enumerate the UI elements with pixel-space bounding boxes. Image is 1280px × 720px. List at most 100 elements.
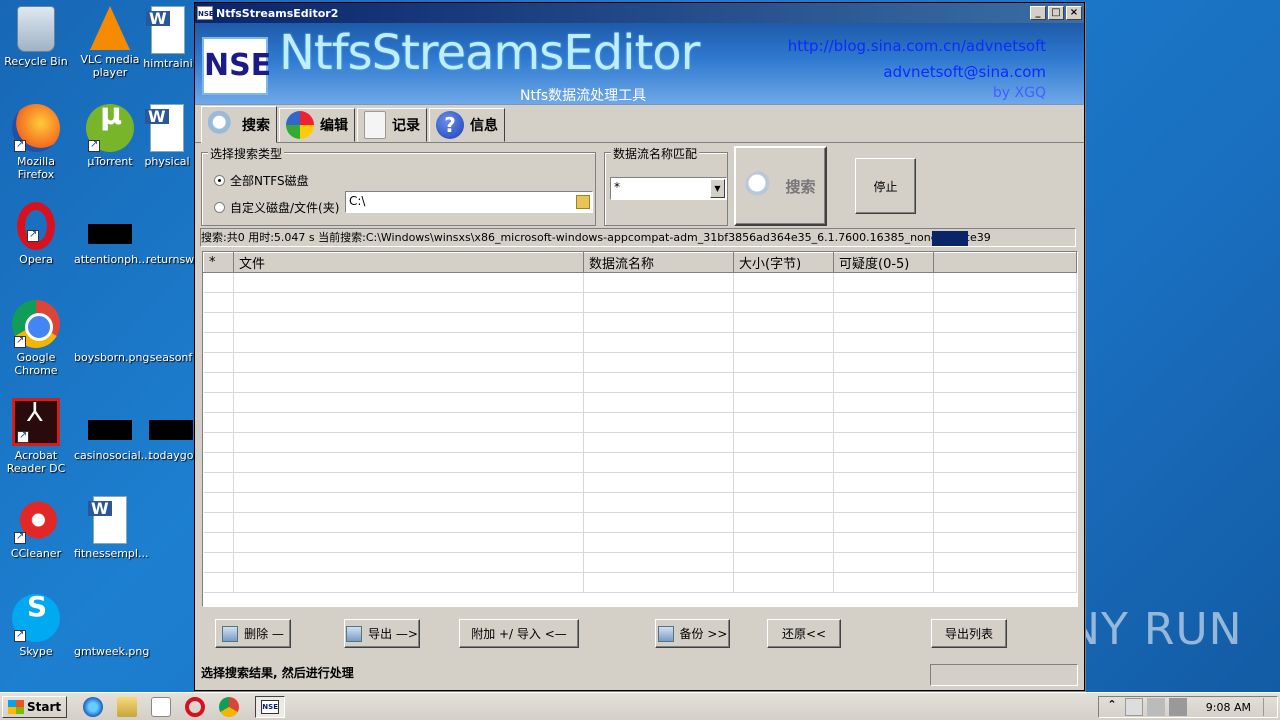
stream-name-match-combo[interactable]: * ▼ bbox=[610, 177, 727, 200]
radio-custom-path[interactable]: 自定义磁盘/文件(夹) bbox=[214, 199, 339, 216]
desktop-icon-vlc[interactable]: VLC media player bbox=[74, 6, 146, 79]
restore-button[interactable]: 还原<< bbox=[767, 619, 841, 648]
desktop-icon-recycle-bin[interactable]: Recycle Bin bbox=[0, 6, 72, 68]
desktop-icon-seasonf[interactable]: seasonf bbox=[146, 300, 196, 364]
table-row[interactable] bbox=[203, 412, 1077, 433]
status-panel bbox=[930, 664, 1078, 686]
table-row[interactable] bbox=[203, 272, 1077, 293]
export-list-button[interactable]: 导出列表 bbox=[931, 619, 1007, 648]
chrome-icon[interactable] bbox=[219, 696, 240, 717]
desktop-icon-fitnessempl[interactable]: fitnessempl... bbox=[74, 496, 148, 560]
table-row[interactable] bbox=[203, 472, 1077, 493]
show-desktop-button[interactable] bbox=[1263, 698, 1275, 716]
column-header-suspicion[interactable]: 可疑度(0-5) bbox=[833, 252, 934, 273]
table-cell bbox=[583, 312, 734, 333]
table-row[interactable] bbox=[203, 332, 1077, 353]
table-cell bbox=[233, 392, 584, 413]
show-hidden-icons-icon[interactable]: ⌃ bbox=[1103, 698, 1121, 716]
log-icon bbox=[364, 111, 386, 139]
opera-icon[interactable] bbox=[185, 696, 206, 717]
tab-search[interactable]: 搜索 bbox=[201, 106, 277, 143]
network-icon[interactable] bbox=[1147, 698, 1165, 716]
tab-edit[interactable]: 编辑 bbox=[279, 108, 355, 142]
attach-import-button[interactable]: 附加 +/ 导入 <— bbox=[459, 619, 579, 648]
desktop-icon-boysborn[interactable]: boysborn.png bbox=[74, 300, 149, 364]
desktop-icon-acrobat[interactable]: Acrobat Reader DC bbox=[0, 398, 72, 475]
desktop-icon-himtraini[interactable]: himtraini bbox=[138, 6, 198, 70]
table-row[interactable] bbox=[203, 452, 1077, 473]
table-row[interactable] bbox=[203, 372, 1077, 393]
desktop-icon-returnsw[interactable]: returnsw bbox=[144, 202, 196, 266]
title-bar[interactable]: NSE NtfsStreamsEditor2 _ □ × bbox=[195, 3, 1084, 23]
internet-explorer-icon[interactable] bbox=[83, 696, 104, 717]
brand-title: NtfsStreamsEditor bbox=[279, 25, 700, 81]
action-center-icon[interactable] bbox=[1125, 698, 1143, 716]
table-cell bbox=[203, 272, 234, 293]
maximize-button[interactable]: □ bbox=[1048, 6, 1064, 20]
start-button[interactable]: Start bbox=[2, 695, 68, 718]
column-header-stream-name[interactable]: 数据流名称 bbox=[583, 252, 734, 273]
column-header-file[interactable]: 文件 bbox=[233, 252, 584, 273]
radio-button[interactable] bbox=[214, 202, 225, 213]
table-cell bbox=[203, 392, 234, 413]
export-button[interactable]: 导出 —> bbox=[344, 619, 420, 648]
table-cell bbox=[733, 352, 834, 373]
delete-button[interactable]: 删除 — bbox=[215, 619, 291, 648]
minimize-button[interactable]: _ bbox=[1030, 6, 1046, 20]
column-header-size[interactable]: 大小(字节) bbox=[733, 252, 834, 273]
desktop-icon-gmtweek[interactable]: gmtweek.png bbox=[74, 594, 149, 658]
radio-all-ntfs[interactable]: 全部NTFS磁盘 bbox=[214, 172, 309, 189]
table-cell bbox=[203, 492, 234, 513]
stop-button[interactable]: 停止 bbox=[855, 158, 916, 214]
main-tabs: 搜索 编辑 记录 ? 信息 bbox=[195, 105, 1084, 143]
desktop-icon-attentionph[interactable]: attentionph... bbox=[74, 202, 149, 266]
clock[interactable]: 9:08 AM bbox=[1206, 701, 1251, 714]
desktop-icon-todaygo[interactable]: todaygo bbox=[146, 398, 196, 462]
table-row[interactable] bbox=[203, 492, 1077, 513]
desktop-icon-casinosocial[interactable]: casinosocial... bbox=[74, 398, 151, 462]
table-cell bbox=[833, 312, 934, 333]
desktop-icon-firefox[interactable]: Mozilla Firefox bbox=[0, 104, 72, 181]
ccleaner-icon bbox=[12, 496, 60, 544]
table-cell bbox=[933, 412, 1077, 433]
backup-button[interactable]: 备份 >> bbox=[655, 619, 730, 648]
chevron-down-icon[interactable]: ▼ bbox=[710, 179, 725, 198]
folder-browse-icon[interactable] bbox=[576, 195, 590, 209]
table-cell bbox=[583, 412, 734, 433]
tab-log[interactable]: 记录 bbox=[357, 108, 427, 142]
email-link[interactable]: advnetsoft@sina.com bbox=[883, 63, 1046, 81]
blog-link[interactable]: http://blog.sina.com.cn/advnetsoft bbox=[788, 37, 1046, 55]
results-table[interactable]: * 文件 数据流名称 大小(字节) 可疑度(0-5) bbox=[202, 251, 1078, 607]
table-cell bbox=[833, 492, 934, 513]
desktop-icon-physical[interactable]: physical bbox=[138, 104, 196, 168]
file-explorer-icon[interactable] bbox=[117, 696, 138, 717]
search-button[interactable]: 搜索 bbox=[734, 146, 827, 226]
table-cell bbox=[833, 532, 934, 553]
taskbar-nse-window[interactable]: NSE bbox=[255, 695, 286, 718]
desktop-icon-chrome[interactable]: Google Chrome bbox=[0, 300, 72, 377]
tab-info[interactable]: ? 信息 bbox=[429, 108, 505, 142]
table-row[interactable] bbox=[203, 292, 1077, 313]
app-banner: NSE NtfsStreamsEditor Ntfs数据流处理工具 http:/… bbox=[195, 23, 1084, 105]
table-row[interactable] bbox=[203, 432, 1077, 453]
desktop-icon-ccleaner[interactable]: CCleaner bbox=[0, 496, 72, 560]
table-row[interactable] bbox=[203, 512, 1077, 533]
desktop-icon-skype[interactable]: Skype bbox=[0, 594, 72, 658]
column-header-marker[interactable]: * bbox=[203, 252, 234, 273]
desktop-icon-opera[interactable]: Opera bbox=[0, 202, 72, 266]
path-input[interactable]: C:\ bbox=[345, 191, 593, 213]
table-row[interactable] bbox=[203, 552, 1077, 573]
media-player-icon[interactable] bbox=[151, 696, 172, 717]
table-row[interactable] bbox=[203, 352, 1077, 373]
volume-icon[interactable] bbox=[1169, 698, 1187, 716]
table-row[interactable] bbox=[203, 532, 1077, 553]
table-row[interactable] bbox=[203, 312, 1077, 333]
table-cell bbox=[583, 292, 734, 313]
close-button[interactable]: × bbox=[1066, 6, 1082, 20]
table-row[interactable] bbox=[203, 392, 1077, 413]
desktop-icon-utorrent[interactable]: µTorrent bbox=[74, 104, 146, 168]
table-cell bbox=[583, 572, 734, 593]
table-cell bbox=[733, 572, 834, 593]
radio-button-selected[interactable] bbox=[214, 175, 225, 186]
table-row[interactable] bbox=[203, 572, 1077, 593]
